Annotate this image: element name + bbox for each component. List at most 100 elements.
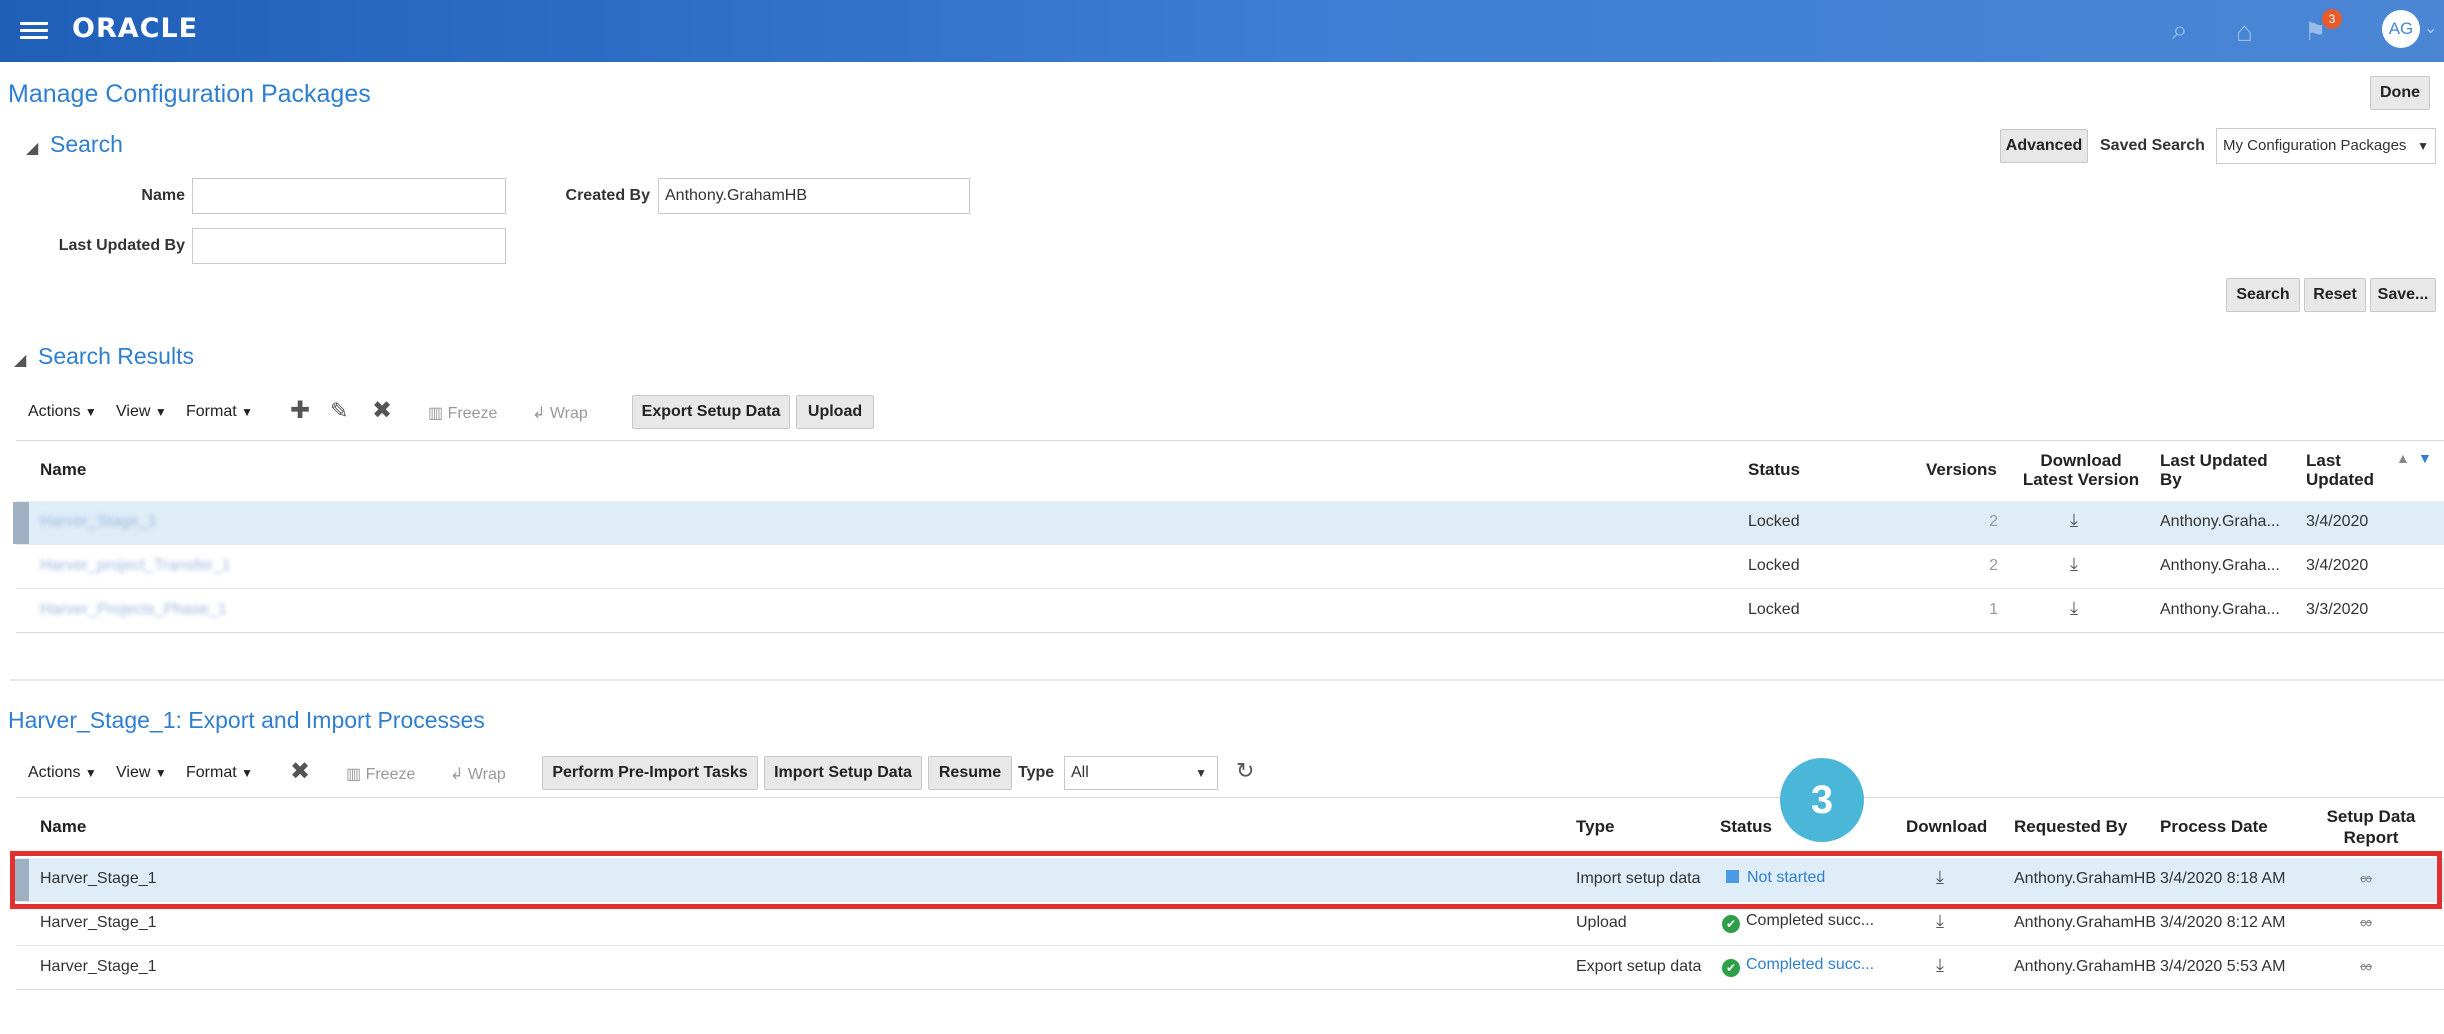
view-menu[interactable]: View ▼ xyxy=(116,403,167,421)
process-date-cell: 3/4/2020 8:18 AM xyxy=(2160,870,2286,887)
download-icon[interactable]: ⤓ xyxy=(2070,510,2078,531)
report-icon[interactable]: ∞ xyxy=(2360,913,2372,933)
done-button[interactable]: Done xyxy=(2370,76,2430,110)
results-table-top-border xyxy=(16,440,2444,441)
report-icon[interactable]: ∞ xyxy=(2360,869,2372,889)
process-name-cell: Harver_Stage_1 xyxy=(40,958,157,975)
column-header-process-date[interactable]: Process Date xyxy=(2160,817,2268,837)
download-icon[interactable]: ⤓ xyxy=(1936,955,1944,976)
chevron-down-icon[interactable]: ⌄ xyxy=(2424,18,2437,38)
report-icon[interactable]: ∞ xyxy=(2360,957,2372,977)
updated-by-cell: Anthony.Graha... xyxy=(2160,601,2280,618)
collapse-triangle-icon[interactable]: ◢ xyxy=(26,138,38,158)
header-line: Last xyxy=(2306,451,2341,470)
download-icon[interactable]: ⤓ xyxy=(1936,867,1944,888)
column-header-name[interactable]: Name xyxy=(40,817,86,837)
versions-cell: 1 xyxy=(1989,601,1998,618)
process-name-cell: Harver_Stage_1 xyxy=(40,870,157,887)
chevron-down-icon: ▼ xyxy=(1195,766,1207,780)
freeze-button[interactable]: ▥ Freeze xyxy=(428,403,497,423)
freeze-label: Freeze xyxy=(447,405,498,422)
collapse-triangle-icon[interactable]: ◢ xyxy=(14,350,26,370)
search-section-title[interactable]: Search xyxy=(50,131,123,158)
column-header-download[interactable]: Download xyxy=(1906,817,1987,837)
reset-button[interactable]: Reset xyxy=(2304,278,2366,312)
type-filter-select[interactable]: All ▼ xyxy=(1064,756,1218,790)
perform-pre-import-tasks-button[interactable]: Perform Pre-Import Tasks xyxy=(542,756,758,790)
export-setup-data-button[interactable]: Export Setup Data xyxy=(632,395,790,429)
delete-icon[interactable]: ✖ xyxy=(372,396,392,425)
search-icon[interactable]: ⌕ xyxy=(2172,12,2188,48)
advanced-button[interactable]: Advanced xyxy=(2000,129,2088,163)
header-line: Setup Data xyxy=(2326,807,2416,826)
column-header-versions[interactable]: Versions xyxy=(1926,460,1997,480)
sort-ascending-icon[interactable]: ▲ xyxy=(2396,450,2410,466)
status-cell[interactable]: Not started xyxy=(1726,869,1825,887)
add-icon[interactable]: ✚ xyxy=(290,396,310,425)
last-updated-by-label: Last Updated By xyxy=(58,237,185,254)
table-row[interactable] xyxy=(16,589,2444,633)
column-header-name[interactable]: Name xyxy=(40,460,86,480)
column-header-setup-data-report[interactable]: Setup Data Report xyxy=(2316,806,2426,848)
created-by-input[interactable]: Anthony.GrahamHB xyxy=(658,178,970,214)
sort-descending-icon[interactable]: ▼ xyxy=(2418,450,2432,466)
download-icon[interactable]: ⤓ xyxy=(1936,911,1944,932)
view-label: View xyxy=(116,764,151,781)
home-icon[interactable]: ⌂ xyxy=(2236,14,2253,50)
caret-down-icon: ▼ xyxy=(154,405,167,419)
edit-icon[interactable]: ✎ xyxy=(330,398,348,424)
format-label: Format xyxy=(186,764,237,781)
package-name-link[interactable]: Harver_project_Transfer_1 xyxy=(40,557,231,575)
download-icon[interactable]: ⤓ xyxy=(2070,598,2078,619)
wrap-button[interactable]: ↲ Wrap xyxy=(450,764,506,784)
actions-menu[interactable]: Actions ▼ xyxy=(28,764,97,782)
column-header-requested-by[interactable]: Requested By xyxy=(2014,817,2127,837)
view-menu[interactable]: View ▼ xyxy=(116,764,167,782)
actions-menu[interactable]: Actions ▼ xyxy=(28,403,97,421)
search-results-title[interactable]: Search Results xyxy=(38,343,194,370)
column-header-last-updated-by[interactable]: Last Updated By xyxy=(2160,451,2268,489)
column-header-download-latest[interactable]: Download Latest Version xyxy=(2016,451,2146,489)
step-callout-badge: 3 xyxy=(1780,758,1864,842)
menu-icon[interactable] xyxy=(20,18,48,42)
table-row[interactable] xyxy=(16,545,2444,589)
format-menu[interactable]: Format ▼ xyxy=(186,764,253,782)
check-circle-icon: ✔ xyxy=(1722,915,1740,933)
wrap-button[interactable]: ↲ Wrap xyxy=(532,403,588,423)
name-input[interactable] xyxy=(192,178,506,214)
header-line: Updated xyxy=(2306,470,2374,489)
oracle-logo[interactable]: ORACLE xyxy=(72,13,198,44)
saved-search-label: Saved Search xyxy=(2100,137,2205,154)
package-name-link[interactable]: Harver_Stage_1 xyxy=(40,513,157,531)
actions-label: Actions xyxy=(28,764,81,781)
header-line: Latest Version xyxy=(2022,470,2140,489)
table-row[interactable] xyxy=(16,501,2444,545)
import-setup-data-button[interactable]: Import Setup Data xyxy=(764,756,922,790)
column-header-type[interactable]: Type xyxy=(1576,817,1614,837)
search-button[interactable]: Search xyxy=(2226,278,2300,312)
not-started-icon xyxy=(1726,870,1739,883)
column-header-status[interactable]: Status xyxy=(1748,460,1800,480)
status-cell[interactable]: ✔ Completed succ... xyxy=(1722,956,1874,977)
saved-search-select[interactable]: My Configuration Packages ▼ xyxy=(2216,128,2436,164)
check-circle-icon: ✔ xyxy=(1722,959,1740,977)
column-header-last-updated[interactable]: Last Updated xyxy=(2306,451,2374,489)
requested-by-cell: Anthony.GrahamHB xyxy=(2014,914,2156,931)
column-header-status[interactable]: Status xyxy=(1720,817,1772,837)
freeze-icon: ▥ xyxy=(346,766,362,783)
download-icon[interactable]: ⤓ xyxy=(2070,554,2078,575)
upload-button[interactable]: Upload xyxy=(796,395,874,429)
package-name-link[interactable]: Harver_Projects_Phase_1 xyxy=(40,601,227,619)
status-cell: Locked xyxy=(1748,513,1800,530)
refresh-icon[interactable]: ↻ xyxy=(1236,758,1254,784)
save-search-button[interactable]: Save... xyxy=(2370,278,2436,312)
user-avatar[interactable]: AG xyxy=(2382,10,2420,48)
freeze-button[interactable]: ▥ Freeze xyxy=(346,764,415,784)
resume-button[interactable]: Resume xyxy=(928,756,1012,790)
format-menu[interactable]: Format ▼ xyxy=(186,403,253,421)
chevron-down-icon: ▼ xyxy=(2417,139,2429,153)
status-text: Completed succ... xyxy=(1746,912,1875,929)
wrap-label: Wrap xyxy=(467,766,506,783)
last-updated-by-input[interactable] xyxy=(192,228,506,264)
delete-icon[interactable]: ✖ xyxy=(290,757,310,786)
